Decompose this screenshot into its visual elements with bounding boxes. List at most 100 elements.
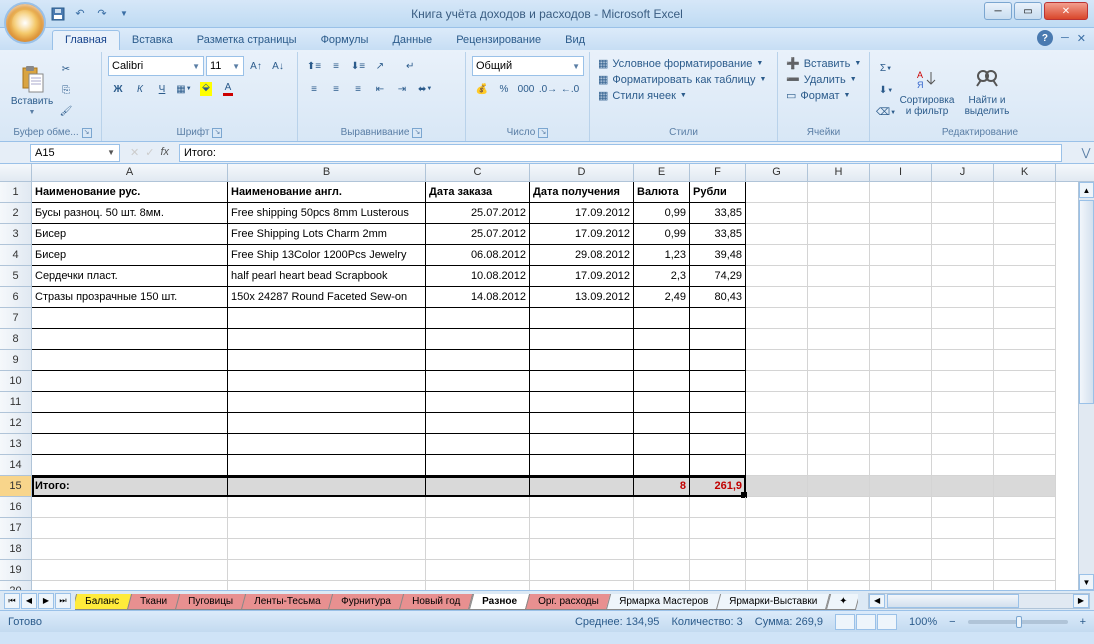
cell[interactable]: 13.09.2012 — [530, 287, 634, 308]
cell[interactable] — [746, 308, 808, 329]
cell[interactable] — [808, 350, 870, 371]
cell[interactable] — [994, 308, 1056, 329]
border-icon[interactable]: ▦▼ — [174, 79, 194, 99]
sheet-tab[interactable]: Пуговицы — [175, 594, 246, 610]
cell[interactable] — [634, 539, 690, 560]
doc-close-icon[interactable]: ✕ — [1077, 32, 1086, 45]
row-header[interactable]: 12 — [0, 413, 32, 434]
cell[interactable]: 80,43 — [690, 287, 746, 308]
cell[interactable] — [228, 497, 426, 518]
tab-data[interactable]: Данные — [380, 31, 444, 50]
cell[interactable] — [932, 287, 994, 308]
zoom-out-icon[interactable]: − — [949, 616, 955, 628]
sort-filter-button[interactable]: АЯ Сортировка и фильтр — [898, 54, 956, 127]
cell[interactable] — [634, 413, 690, 434]
cell[interactable] — [228, 308, 426, 329]
cell[interactable] — [870, 539, 932, 560]
cell[interactable] — [746, 476, 808, 497]
cell[interactable] — [530, 497, 634, 518]
cell[interactable] — [426, 560, 530, 581]
cell[interactable] — [994, 224, 1056, 245]
cell[interactable]: Сердечки пласт. — [32, 266, 228, 287]
cell[interactable] — [690, 497, 746, 518]
cell[interactable] — [746, 497, 808, 518]
row-header[interactable]: 20 — [0, 581, 32, 590]
cell[interactable] — [808, 434, 870, 455]
close-button[interactable]: ✕ — [1044, 2, 1088, 20]
cell[interactable] — [690, 455, 746, 476]
cell[interactable] — [746, 203, 808, 224]
cell[interactable] — [32, 518, 228, 539]
cell[interactable] — [808, 413, 870, 434]
redo-icon[interactable]: ↷ — [94, 6, 110, 22]
cell[interactable] — [808, 476, 870, 497]
cell[interactable] — [228, 434, 426, 455]
name-box[interactable]: A15▼ — [30, 144, 120, 162]
cell[interactable]: 14.08.2012 — [426, 287, 530, 308]
row-header[interactable]: 2 — [0, 203, 32, 224]
sheet-tab[interactable]: Разное — [468, 594, 529, 610]
hscroll-left-icon[interactable]: ◀ — [869, 594, 885, 608]
hscroll-thumb[interactable] — [887, 594, 1019, 608]
cell[interactable]: 33,85 — [690, 224, 746, 245]
cell[interactable] — [634, 392, 690, 413]
minimize-button[interactable]: ─ — [984, 2, 1012, 20]
tab-review[interactable]: Рецензирование — [444, 31, 553, 50]
cell[interactable] — [530, 413, 634, 434]
currency-icon[interactable]: 💰 — [472, 79, 492, 99]
col-header-E[interactable]: E — [634, 164, 690, 181]
fx-icon[interactable]: fx — [160, 146, 169, 159]
cell[interactable] — [426, 539, 530, 560]
cell[interactable] — [932, 182, 994, 203]
cell[interactable] — [228, 455, 426, 476]
cell[interactable] — [426, 413, 530, 434]
sheet-tab[interactable]: Орг. расходы — [524, 594, 611, 610]
cell[interactable] — [228, 518, 426, 539]
cell[interactable] — [870, 203, 932, 224]
scroll-up-icon[interactable]: ▲ — [1079, 182, 1094, 198]
align-bottom-icon[interactable]: ⬇≡ — [348, 56, 368, 76]
cell[interactable]: Бусы разноц. 50 шт. 8мм. — [32, 203, 228, 224]
spreadsheet-grid[interactable]: ABCDEFGHIJK 1Наименование рус.Наименован… — [0, 164, 1094, 590]
col-header-J[interactable]: J — [932, 164, 994, 181]
cell[interactable] — [530, 392, 634, 413]
cell[interactable]: 25.07.2012 — [426, 224, 530, 245]
cell[interactable]: Стразы прозрачные 150 шт. — [32, 287, 228, 308]
cell[interactable] — [870, 245, 932, 266]
cell[interactable] — [228, 329, 426, 350]
horizontal-scrollbar[interactable]: ◀ ▶ — [868, 593, 1090, 609]
cell[interactable] — [530, 455, 634, 476]
row-header[interactable]: 8 — [0, 329, 32, 350]
cell[interactable] — [808, 371, 870, 392]
cell[interactable] — [530, 476, 634, 497]
cell[interactable] — [690, 539, 746, 560]
tab-home[interactable]: Главная — [52, 30, 120, 50]
cell[interactable] — [994, 266, 1056, 287]
cell[interactable] — [994, 455, 1056, 476]
cell[interactable] — [870, 224, 932, 245]
cell[interactable] — [994, 476, 1056, 497]
cell[interactable] — [870, 413, 932, 434]
cell[interactable] — [690, 350, 746, 371]
view-page-layout-icon[interactable] — [856, 614, 876, 630]
cell[interactable]: Валюта — [634, 182, 690, 203]
save-icon[interactable] — [50, 6, 66, 22]
cell[interactable] — [530, 329, 634, 350]
hscroll-right-icon[interactable]: ▶ — [1073, 594, 1089, 608]
cell[interactable]: 0,99 — [634, 203, 690, 224]
cell[interactable]: Наименование англ. — [228, 182, 426, 203]
col-header-I[interactable]: I — [870, 164, 932, 181]
cell[interactable]: Бисер — [32, 224, 228, 245]
cell-styles-button[interactable]: ▦Стили ячеек ▼ — [596, 88, 771, 103]
cell[interactable] — [994, 392, 1056, 413]
cell[interactable] — [994, 560, 1056, 581]
cell[interactable] — [932, 371, 994, 392]
cell[interactable] — [994, 434, 1056, 455]
cell[interactable] — [634, 518, 690, 539]
cell[interactable]: 17.09.2012 — [530, 203, 634, 224]
number-format-combo[interactable]: Общий▼ — [472, 56, 584, 76]
italic-button[interactable]: К — [130, 79, 150, 99]
cell[interactable] — [746, 392, 808, 413]
cell[interactable] — [32, 308, 228, 329]
col-header-H[interactable]: H — [808, 164, 870, 181]
